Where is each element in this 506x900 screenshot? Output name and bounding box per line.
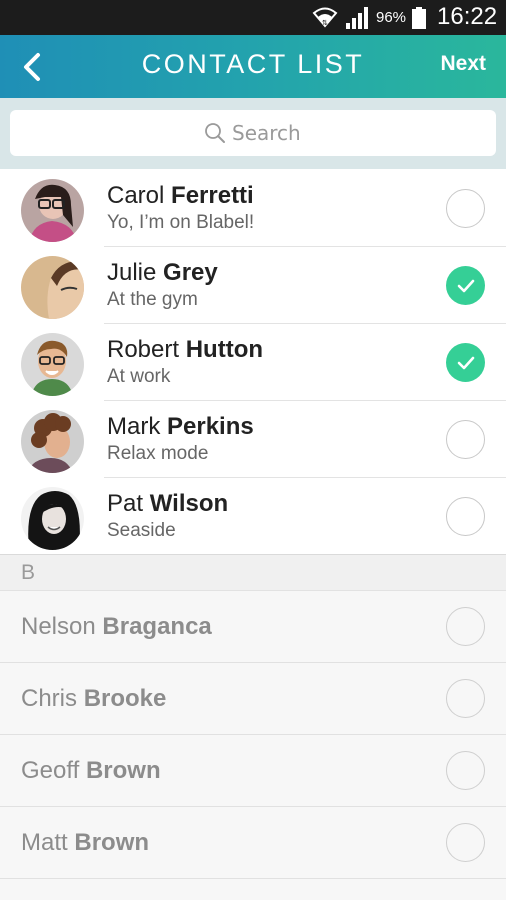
- last-name: Grey: [163, 259, 218, 286]
- select-checkbox[interactable]: [446, 420, 485, 459]
- contact-status: Relax mode: [107, 443, 209, 464]
- first-name: Nelson: [21, 613, 96, 640]
- section-letter: B: [21, 561, 36, 584]
- contact-status: Yo, I’m on Blabel!: [107, 212, 255, 233]
- contact-name: Chris Brooke: [21, 685, 166, 713]
- battery-icon: [412, 7, 426, 29]
- contact-row[interactable]: Chris Brooke: [0, 663, 506, 735]
- last-name: Brown: [85, 757, 161, 784]
- first-name: Chris: [21, 685, 78, 712]
- first-name: Carol: [107, 182, 165, 209]
- search-bar[interactable]: [10, 110, 496, 156]
- contact-row[interactable]: Julie Grey At the gym: [0, 247, 506, 324]
- avatar: [21, 333, 84, 396]
- last-name: Wilson: [149, 490, 229, 517]
- contact-name: Julie Grey: [107, 259, 218, 287]
- last-name: Brown: [74, 829, 150, 856]
- checkmark-icon: [457, 279, 474, 292]
- section-header-b: B: [0, 554, 506, 591]
- search-input[interactable]: [232, 121, 302, 145]
- first-name: Julie: [107, 259, 157, 286]
- search-area: [0, 98, 506, 169]
- last-name: Brooke: [83, 685, 167, 712]
- first-name: Geoff: [21, 757, 80, 784]
- contact-name: Mark Perkins: [107, 413, 254, 441]
- avatar: [21, 410, 84, 473]
- app-header: CONTACT LIST Next: [0, 35, 506, 98]
- contact-status: Seaside: [107, 520, 176, 541]
- contact-name: Carol Ferretti: [107, 182, 254, 210]
- contact-status: At the gym: [107, 289, 198, 310]
- first-name: Mark: [107, 413, 161, 440]
- avatar: [21, 179, 84, 242]
- contact-row[interactable]: Matt Brown: [0, 807, 506, 879]
- contact-row[interactable]: Robert Hutton At work: [0, 324, 506, 401]
- last-name: Ferretti: [171, 182, 254, 209]
- select-checkbox-checked[interactable]: [446, 266, 485, 305]
- last-name: Hutton: [185, 336, 264, 363]
- first-name: Pat: [107, 490, 144, 517]
- search-icon: [205, 123, 225, 143]
- svg-text:⇅: ⇅: [322, 19, 328, 27]
- contact-name: Robert Hutton: [107, 336, 263, 364]
- select-checkbox[interactable]: [446, 823, 485, 862]
- battery-percentage: 96%: [376, 9, 407, 26]
- wifi-icon: ⇅: [312, 7, 338, 28]
- contact-row[interactable]: Carol Ferretti Yo, I’m on Blabel!: [0, 170, 506, 247]
- last-name: Braganca: [102, 613, 212, 640]
- contact-name: Nelson Braganca: [21, 613, 212, 641]
- select-checkbox[interactable]: [446, 607, 485, 646]
- contact-row[interactable]: Mark Perkins Relax mode: [0, 401, 506, 478]
- page-title: CONTACT LIST: [141, 49, 365, 79]
- next-button[interactable]: Next: [440, 52, 486, 76]
- last-name: Perkins: [167, 413, 254, 440]
- contact-row[interactable]: Nelson Braganca: [0, 591, 506, 663]
- select-checkbox[interactable]: [446, 189, 485, 228]
- contact-row-partial[interactable]: [0, 879, 506, 900]
- signal-icon: [346, 7, 368, 29]
- contact-row[interactable]: Geoff Brown: [0, 735, 506, 807]
- clock: 16:22: [437, 3, 498, 30]
- first-name: Matt: [21, 829, 68, 856]
- contact-name: Pat Wilson: [107, 490, 228, 518]
- status-bar: ⇅ 96% 16:22: [0, 0, 506, 35]
- avatar: [21, 256, 84, 319]
- select-checkbox[interactable]: [446, 751, 485, 790]
- contact-name: Matt Brown: [21, 829, 149, 857]
- select-checkbox[interactable]: [446, 679, 485, 718]
- select-checkbox-checked[interactable]: [446, 343, 485, 382]
- contact-name: Geoff Brown: [21, 757, 161, 785]
- first-name: Robert: [107, 336, 180, 363]
- select-checkbox[interactable]: [446, 497, 485, 536]
- avatar: [21, 487, 84, 550]
- contact-row[interactable]: Pat Wilson Seaside: [0, 478, 506, 554]
- checkmark-icon: [457, 356, 474, 369]
- contact-status: At work: [107, 366, 171, 387]
